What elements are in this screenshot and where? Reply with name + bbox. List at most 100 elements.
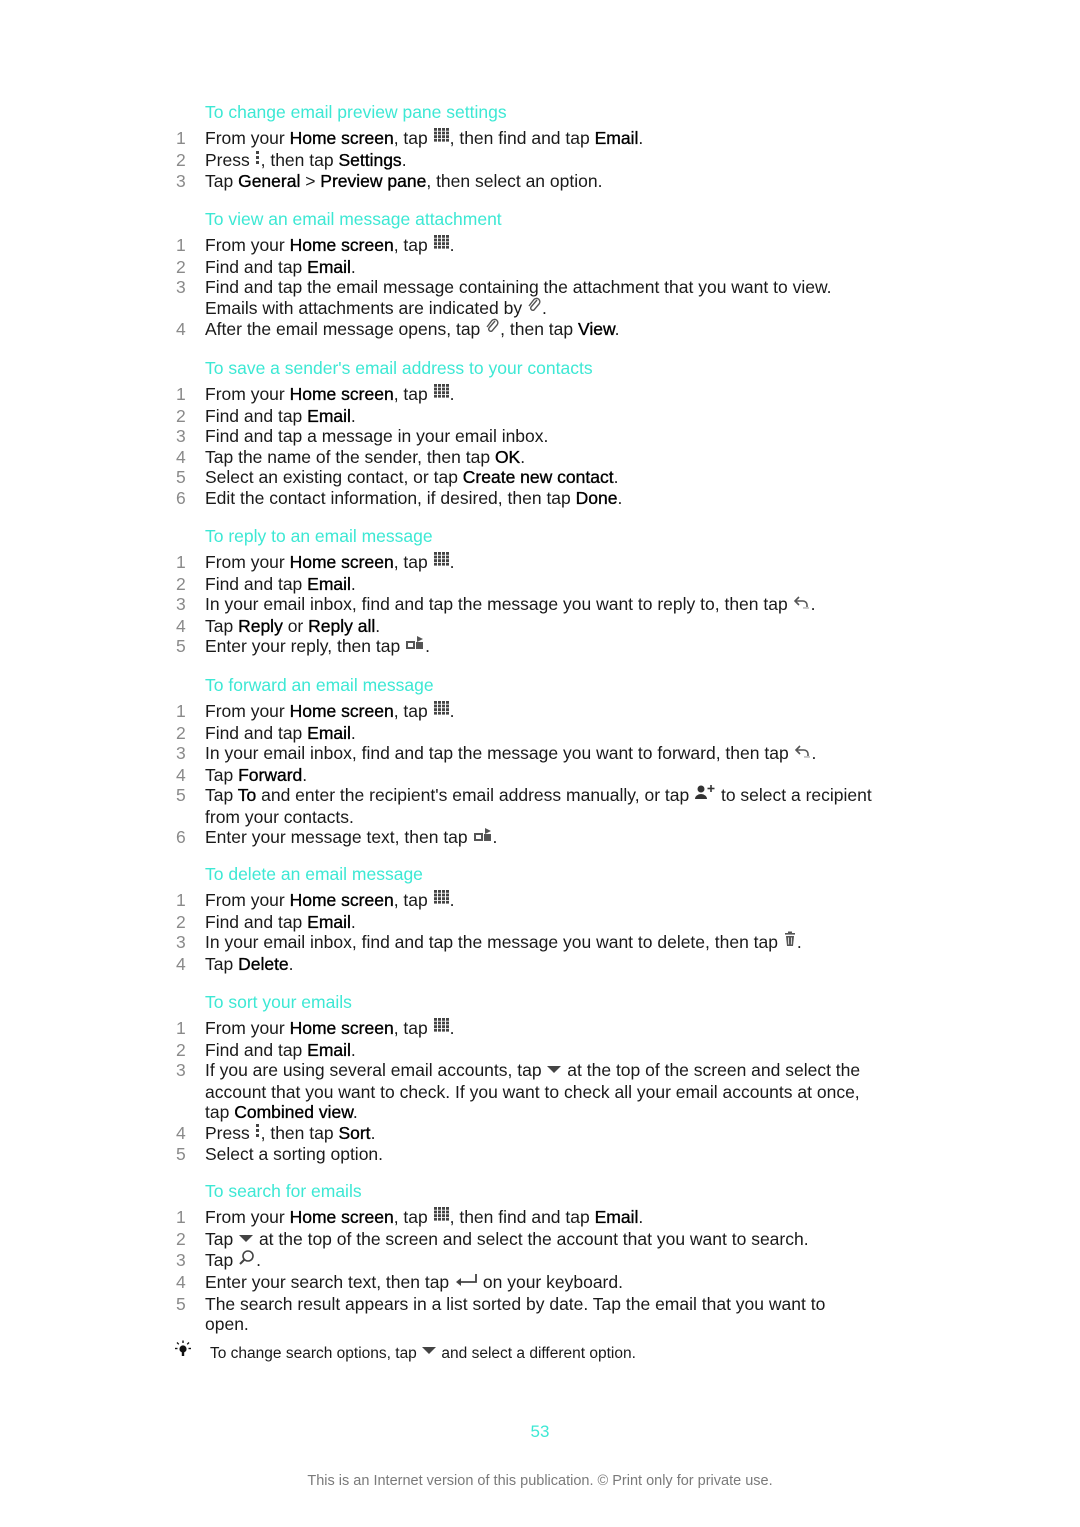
step-number: 4 [176,1271,186,1292]
section-heading: To view an email message attachment [205,209,502,229]
ui-term: Email [307,911,351,932]
step-number: 5 [176,785,186,806]
instruction-section: To search for emails 1 From your Home scre… [172,1180,872,1335]
section-heading: To change email preview pane settings [205,102,507,122]
instruction-section: To change email preview pane settings 1 Fr… [172,101,872,192]
step-text-fragment: In your email inbox, find and tap the me… [205,594,793,615]
step-text-fragment: Tap [205,953,239,974]
step-text-fragment: After the email message opens, tap [205,319,486,340]
step-text-fragment: , then tap [260,1122,339,1143]
step-number: 3 [176,932,186,953]
step-text-fragment: . [425,636,430,657]
step-text-fragment: on your keyboard. [478,1271,623,1292]
step-text-fragment: , tap [393,384,433,404]
ui-term: Email [594,128,639,148]
step-item: 4 Press , then tap Sort. [172,1123,872,1145]
steps-list: 1 From your Home screen, tap . 2 Find and t… [172,1018,872,1165]
step-text-fragment: . [617,487,623,508]
step-text: Tap . [205,1250,872,1272]
section-heading: To forward an email message [205,675,434,695]
add-contact-icon [694,784,716,805]
step-text: From your Home screen, tap . [205,384,872,406]
step-item: 5 The search result appears in a list sor… [172,1294,872,1335]
step-text: Press , then tap Settings. [205,149,872,172]
step-number: 2 [176,405,186,426]
step-number: 2 [176,573,186,594]
section-heading: To delete an email message [205,864,423,884]
ui-term: View [578,319,615,340]
step-text-fragment: Enter your reply, then tap [205,636,406,657]
step-text-fragment: . [350,722,356,743]
step-text: After the email message opens, tap , the… [205,319,872,341]
step-item: 3 Tap General > Preview pane, then select… [172,171,872,192]
step-number: 3 [176,1250,186,1271]
step-text-fragment: The search result appears in a list sort… [205,1293,826,1335]
step-text-fragment: Tap [205,1250,239,1271]
ui-term: Email [307,573,351,594]
step-number: 3 [176,743,186,764]
step-text-fragment: . [811,743,817,764]
step-item: 5 Tap To and enter the recipient's email … [172,785,872,827]
step-text-fragment: From your [205,1207,290,1227]
enter-key-icon [454,1271,478,1292]
ui-term: Settings [338,149,402,170]
step-number: 1 [176,128,186,148]
step-item: 4 After the email message opens, tap , th… [172,319,872,341]
ui-term: Preview pane [320,171,427,192]
step-number: 4 [176,319,186,340]
step-text-fragment: . [350,573,356,594]
step-text-fragment: . [810,594,816,615]
ui-term: Email [307,1039,351,1060]
step-text-fragment: , tap [393,235,433,255]
step-item: 3 Find and tap a message in your email in… [172,426,872,447]
step-item: 4 Enter your search text, then tap on you… [172,1272,872,1294]
step-text-fragment: . [541,297,547,318]
dropdown-triangle-icon [421,1343,437,1361]
step-text-fragment: , then tap [260,149,339,170]
step-text-fragment: In your email inbox, find and tap the me… [205,743,794,764]
step-text-fragment: In your email inbox, find and tap the me… [205,932,783,953]
step-text: In your email inbox, find and tap the me… [205,594,872,616]
step-number: 1 [176,1018,186,1038]
step-number: 1 [176,701,186,721]
step-text: Enter your reply, then tap . [205,636,872,658]
step-text-fragment: . [350,405,356,426]
ui-term: Reply [238,615,283,636]
step-text: From your Home screen, tap . [205,235,872,257]
step-item: 2 Find and tap Email. [172,573,872,595]
ui-term: Done [575,487,618,508]
step-item: 6 Edit the contact information, if desire… [172,487,872,509]
step-text-fragment: . [613,467,619,488]
step-text: Find and tap Email. [205,722,872,744]
step-text: Find and tap Email. [205,1039,872,1061]
step-item: 4 Tap Forward. [172,765,872,786]
steps-list: 1 From your Home screen, tap , then find … [172,1207,872,1335]
step-item: 4 Tap Reply or Reply all. [172,616,872,637]
step-number: 6 [176,827,186,848]
step-number: 1 [176,235,186,255]
step-text-fragment: To change search options, tap [210,1345,422,1363]
section-heading: To sort your emails [205,992,352,1012]
tip-text: To change search options, tap and select… [210,1345,636,1363]
step-item: 5 Enter your reply, then tap . [172,636,872,658]
step-text-fragment: From your [205,1018,290,1038]
step-item: 5 Select a sorting option. [172,1144,872,1165]
step-text-fragment: . [614,319,620,340]
apps-grid-icon [433,1017,450,1038]
reply-arrow-icon [794,742,812,763]
ui-term: Home screen [289,890,394,910]
step-text-fragment: . [256,1250,261,1271]
step-item: 3 In your email inbox, find and tap the m… [172,594,872,616]
send-icon [405,635,425,656]
step-text-fragment: Enter your search text, then tap [205,1271,455,1292]
step-text: From your Home screen, tap . [205,701,872,723]
ui-term: Home screen [289,552,394,572]
step-text-fragment: From your [205,701,290,721]
instruction-section: To view an email message attachment 1 From… [172,208,872,341]
step-item: 2 Find and tap Email. [172,911,872,933]
step-text-fragment: Select a sorting option. [205,1144,384,1165]
step-number: 5 [176,1144,186,1165]
step-text: Press , then tap Sort. [205,1123,872,1145]
step-item: 1 From your Home screen, tap , then find … [172,128,872,150]
step-text-fragment: at the top of the screen and select the … [254,1228,809,1249]
